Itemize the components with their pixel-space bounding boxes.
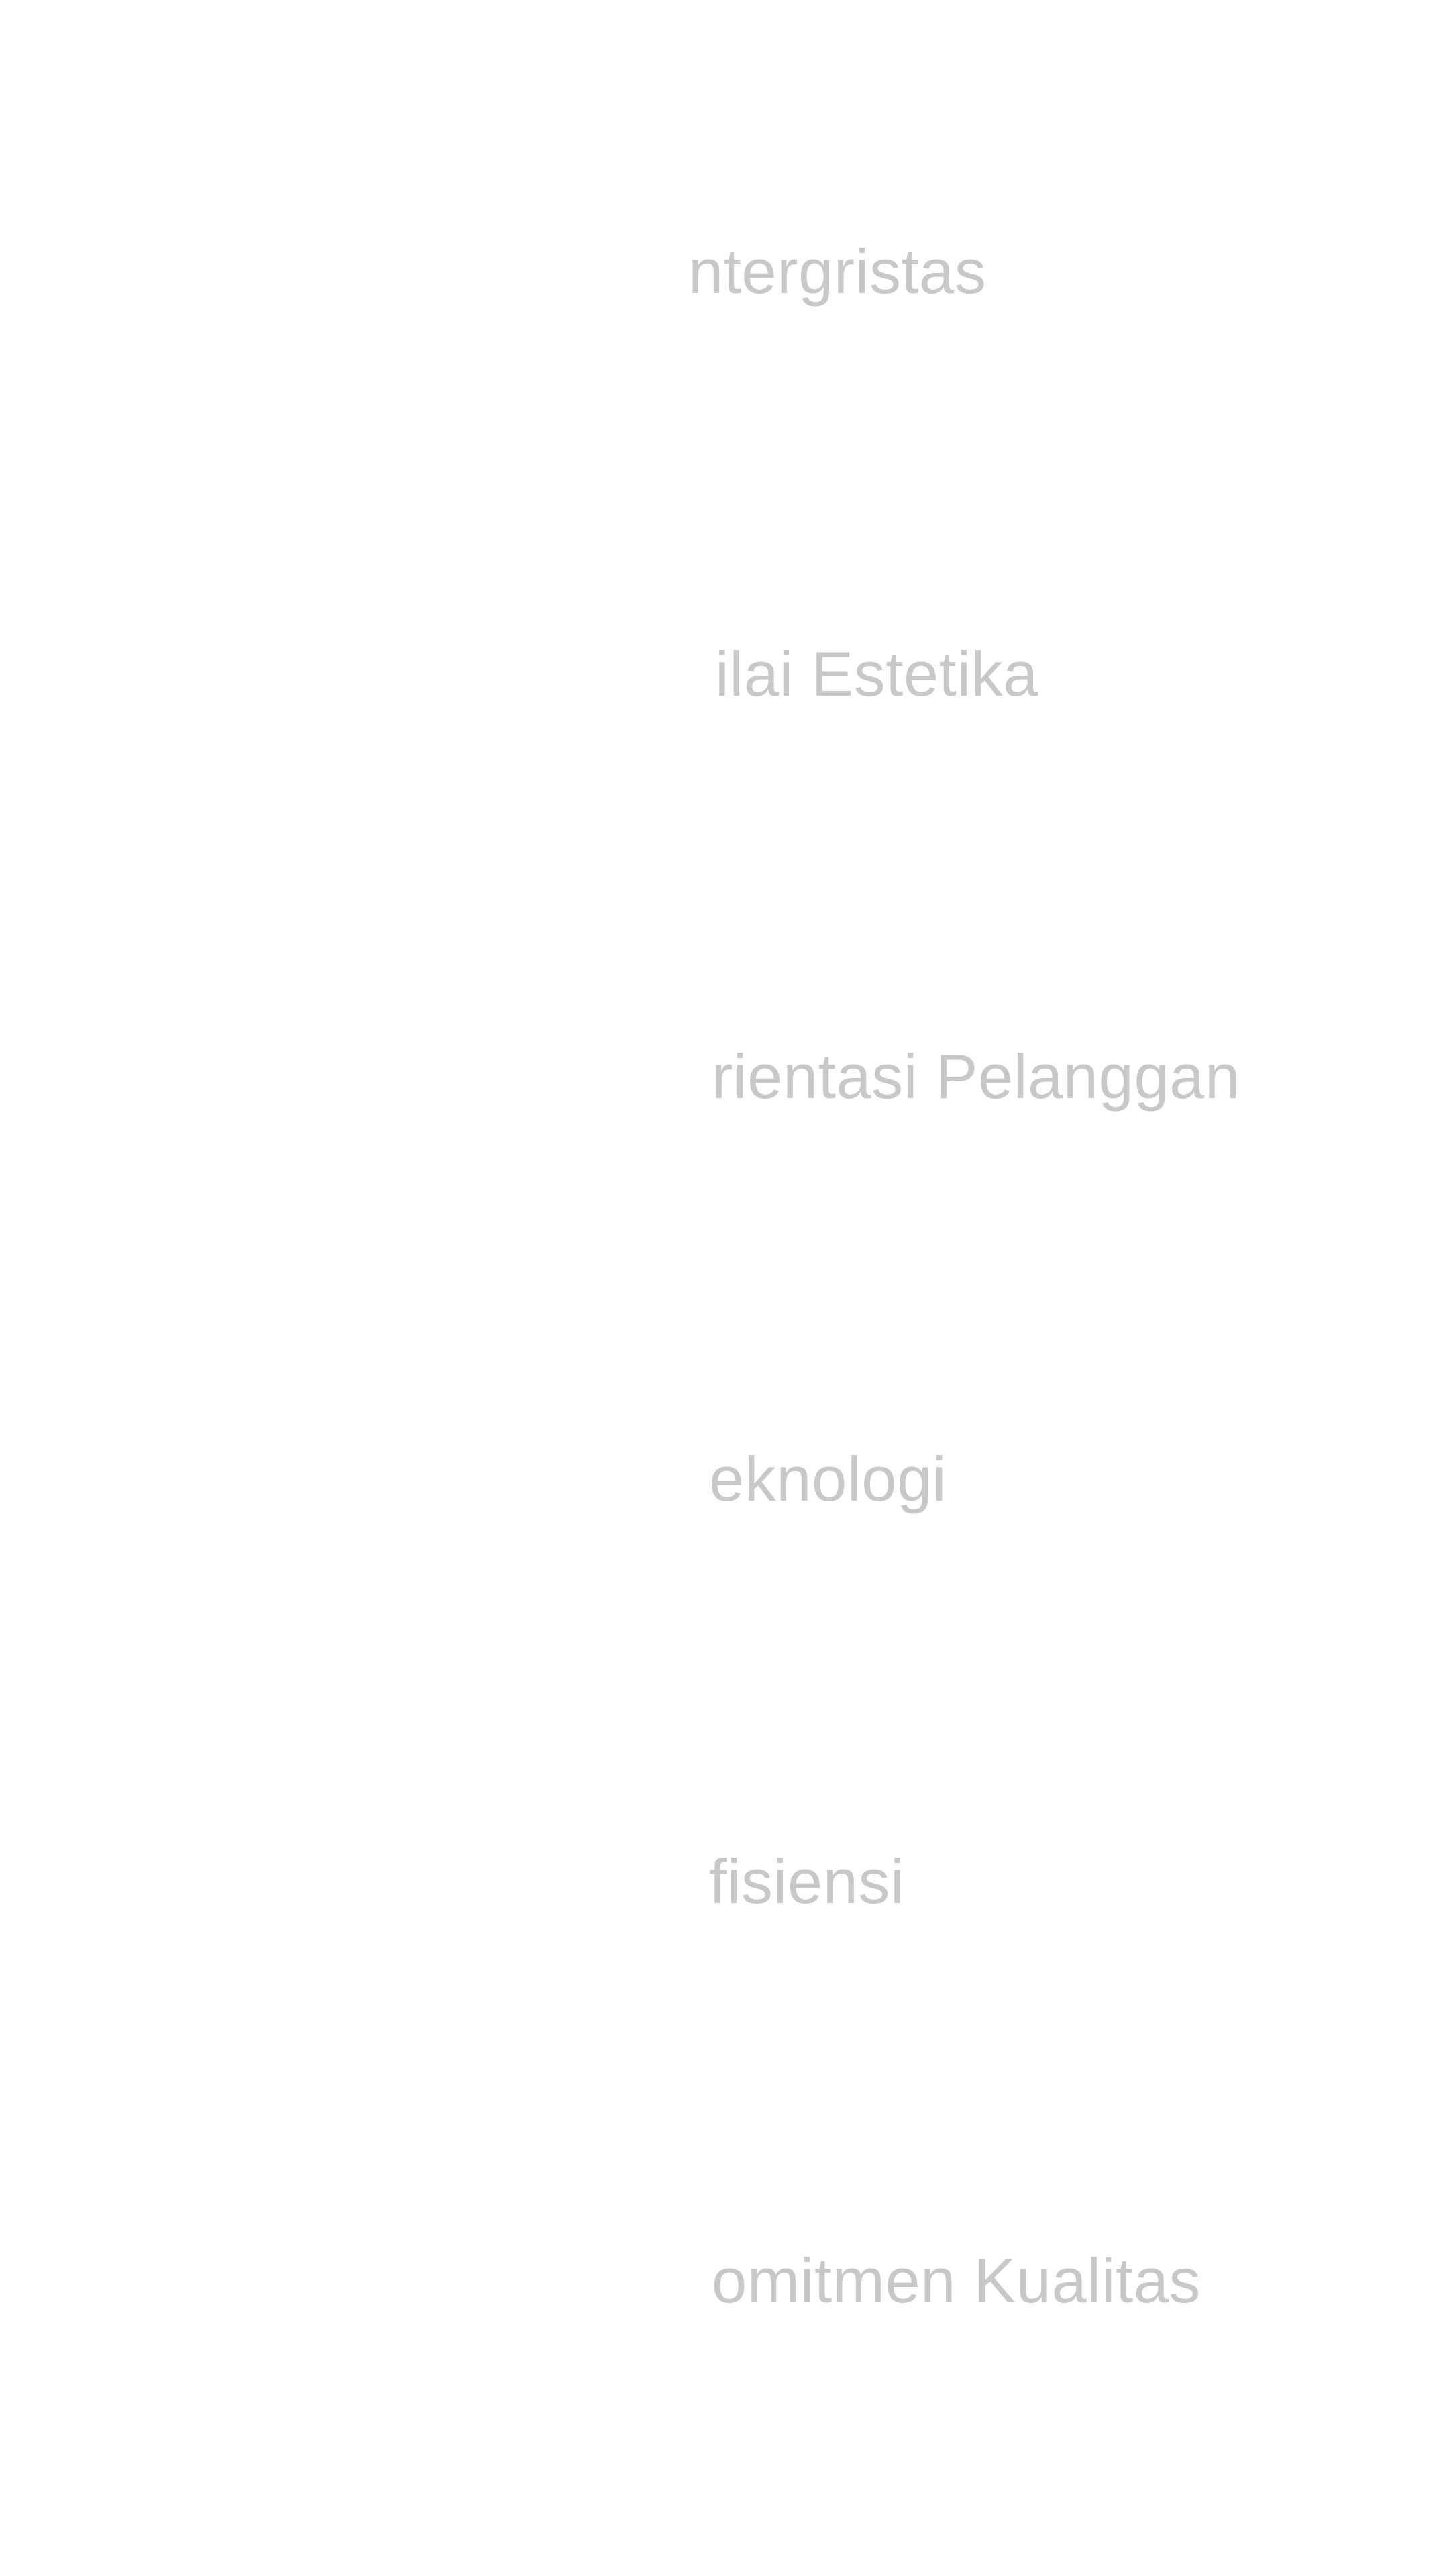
value-item-efisiensi: fisiensi [0, 1841, 1449, 1976]
value-label: omitmen Kualitas [712, 2245, 1201, 2316]
value-label: ilai Estetika [715, 639, 1038, 709]
value-item-teknologi: eknologi [0, 1439, 1449, 1573]
value-label: rientasi Pelanggan [712, 1041, 1240, 1112]
value-item-komitmen-kualitas: omitmen Kualitas [0, 2241, 1449, 2375]
value-item-integritas: ntergristas [0, 231, 1449, 366]
company-values-list: ntergristas ilai Estetika rientasi Pelan… [0, 0, 1449, 2576]
value-label: eknologi [709, 1444, 947, 1514]
value-label: fisiensi [709, 1846, 905, 1917]
value-item-nilai-estetika: ilai Estetika [0, 634, 1449, 768]
value-item-orientasi-pelanggan: rientasi Pelanggan [0, 1036, 1449, 1171]
value-label: ntergristas [688, 236, 987, 307]
